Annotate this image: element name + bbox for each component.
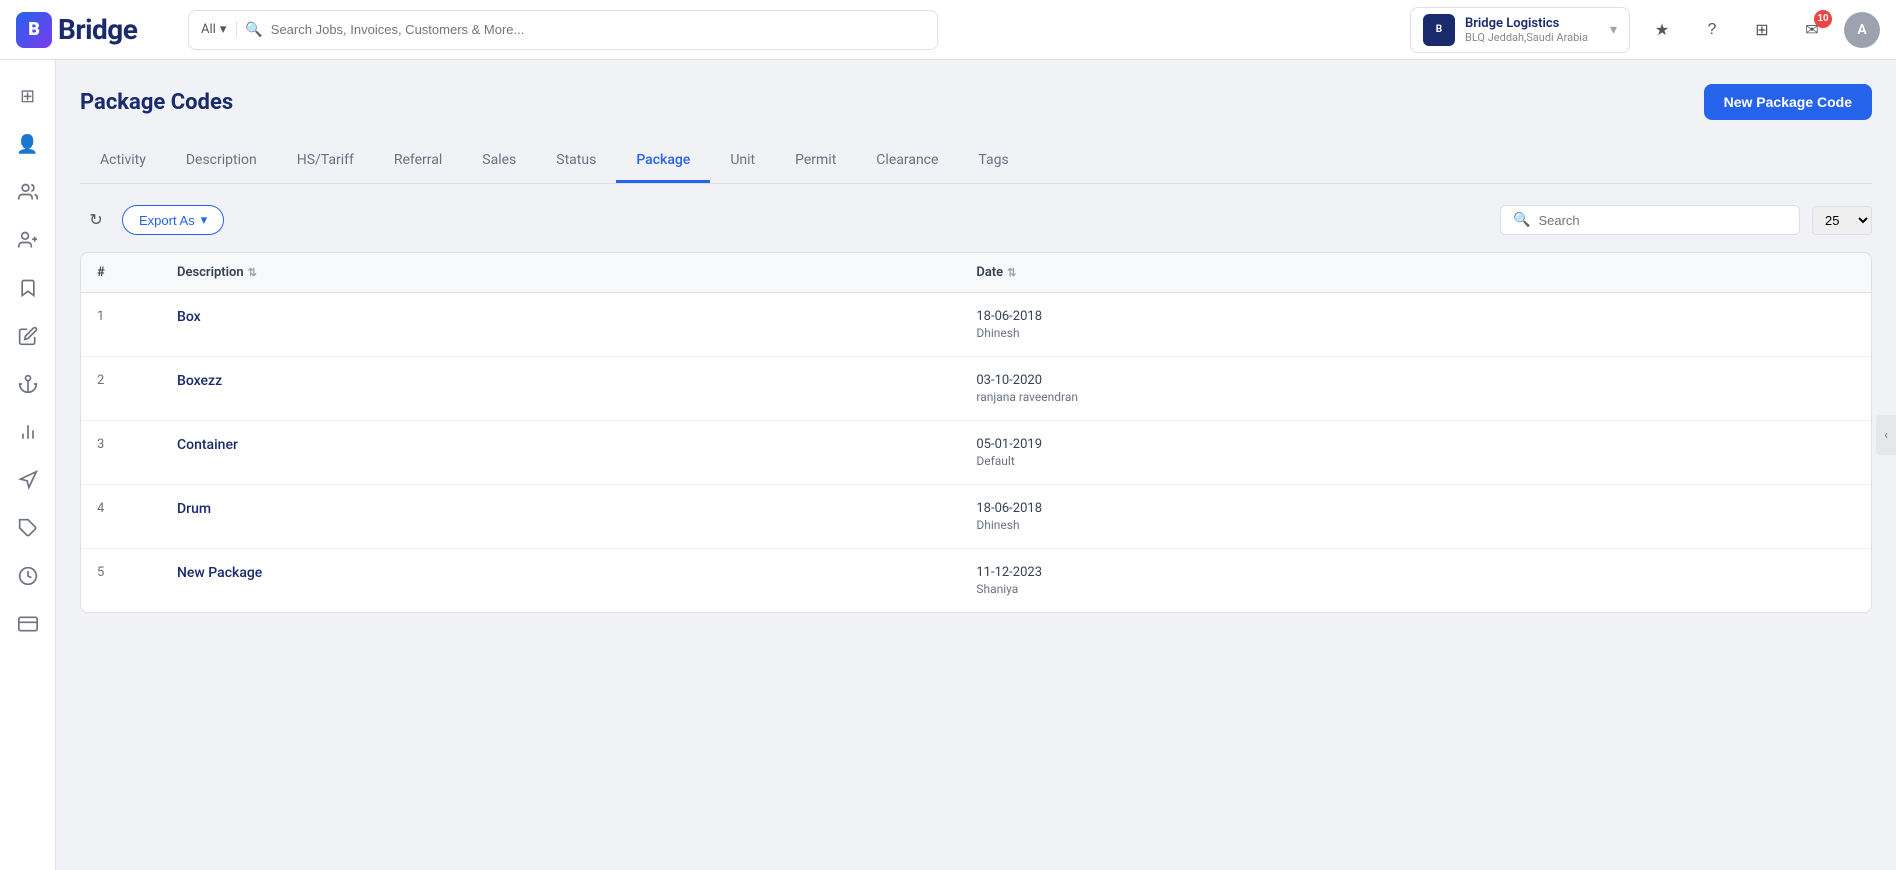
tab-description[interactable]: Description [166,140,277,183]
row-date: 03-10-2020 [976,373,1855,388]
sidebar-icon-user-plus[interactable] [8,220,48,260]
sidebar-icon-user[interactable]: 👤 [8,124,48,164]
company-name: Bridge Logistics [1465,16,1600,31]
logo-icon: B [16,12,52,48]
toolbar-right: 🔍 25 50 100 [1500,205,1872,235]
col-num: # [81,253,161,293]
scroll-indicator[interactable]: ‹ [1876,415,1896,455]
tab-package[interactable]: Package [616,140,710,183]
logo-text: Bridge [58,13,137,46]
row-description: New Package [177,565,262,581]
tab-unit[interactable]: Unit [710,140,775,183]
logo-area: B Bridge [16,12,176,48]
sidebar-icon-grid[interactable]: ⊞ [8,76,48,116]
company-selector[interactable]: B Bridge Logistics BLQ Jeddah,Saudi Arab… [1410,7,1630,53]
table-row[interactable]: 5 New Package 11-12-2023 Shaniya [81,549,1871,613]
company-info: Bridge Logistics BLQ Jeddah,Saudi Arabia [1465,16,1600,44]
search-category-label: All [201,22,216,37]
sidebar-icon-anchor[interactable] [8,364,48,404]
row-num: 1 [97,309,104,324]
page-header: Package Codes New Package Code [80,84,1872,120]
row-user: Dhinesh [976,518,1855,532]
row-description: Container [177,437,238,453]
sidebar-icon-clock[interactable] [8,556,48,596]
chevron-down-icon: ▾ [1610,22,1617,38]
sidebar-icon-chart[interactable] [8,412,48,452]
tab-clearance[interactable]: Clearance [856,140,958,183]
page-title: Package Codes [80,90,233,115]
row-date: 11-12-2023 [976,565,1855,580]
export-label: Export As [139,213,195,228]
col-date[interactable]: Date ⇅ [960,253,1871,293]
notifications-button[interactable]: ✉ 10 [1794,12,1830,48]
row-description: Box [177,309,201,325]
tab-bar: ActivityDescriptionHS/TariffReferralSale… [80,140,1872,184]
sort-icon-description: ⇅ [248,266,257,279]
table-header-row: # Description ⇅ Date ⇅ [81,253,1871,293]
tab-hs-tariff[interactable]: HS/Tariff [277,140,374,183]
global-search-bar[interactable]: All ▾ 🔍 [188,10,938,50]
tab-sales[interactable]: Sales [462,140,536,183]
row-num: 4 [97,501,104,516]
table-search-input[interactable] [1538,213,1787,228]
user-avatar[interactable]: A [1844,12,1880,48]
row-user: ranjana raveendran [976,390,1855,404]
refresh-button[interactable]: ↻ [80,204,112,236]
table-search-field[interactable]: 🔍 [1500,205,1800,235]
table-row[interactable]: 3 Container 05-01-2019 Default [81,421,1871,485]
row-user: Dhinesh [976,326,1855,340]
table-row[interactable]: 2 Boxezz 03-10-2020 ranjana raveendran [81,357,1871,421]
nav-right: B Bridge Logistics BLQ Jeddah,Saudi Arab… [1410,7,1880,53]
chevron-down-icon: ▾ [220,22,227,37]
sidebar-icon-navigation[interactable] [8,460,48,500]
row-user: Default [976,454,1855,468]
row-user: Shaniya [976,582,1855,596]
sidebar-icon-users[interactable] [8,172,48,212]
tab-status[interactable]: Status [536,140,616,183]
row-num: 3 [97,437,104,452]
help-button[interactable]: ? [1694,12,1730,48]
table-row[interactable]: 1 Box 18-06-2018 Dhinesh [81,293,1871,357]
col-description[interactable]: Description ⇅ [161,253,960,293]
global-search-input[interactable] [271,22,925,37]
row-date: 18-06-2018 [976,309,1855,324]
chevron-down-icon: ▾ [201,212,208,228]
search-category-dropdown[interactable]: All ▾ [201,22,237,37]
row-description: Boxezz [177,373,222,389]
search-icon: 🔍 [1513,212,1530,228]
toolbar-left: ↻ Export As ▾ [80,204,224,236]
sort-icon-date: ⇅ [1007,266,1016,279]
row-date: 18-06-2018 [976,501,1855,516]
row-description: Drum [177,501,211,517]
tab-tags[interactable]: Tags [958,140,1028,183]
notification-badge: 10 [1814,10,1832,28]
main-content: Package Codes New Package Code ActivityD… [56,60,1896,870]
export-button[interactable]: Export As ▾ [122,205,224,235]
top-navigation: B Bridge All ▾ 🔍 B Bridge Logistics BLQ … [0,0,1896,60]
sidebar-icon-card[interactable] [8,604,48,644]
toolbar: ↻ Export As ▾ 🔍 25 50 100 [80,204,1872,236]
sidebar-icon-bookmark[interactable] [8,268,48,308]
row-date: 05-01-2019 [976,437,1855,452]
tab-referral[interactable]: Referral [374,140,462,183]
favorites-button[interactable]: ★ [1644,12,1680,48]
new-package-code-button[interactable]: New Package Code [1704,84,1872,120]
row-num: 5 [97,565,104,580]
tab-permit[interactable]: Permit [775,140,856,183]
table-row[interactable]: 4 Drum 18-06-2018 Dhinesh [81,485,1871,549]
apps-button[interactable]: ⊞ [1744,12,1780,48]
company-sub: BLQ Jeddah,Saudi Arabia [1465,31,1600,44]
sidebar-icon-tag[interactable] [8,508,48,548]
search-icon: 🔍 [245,22,262,38]
page-size-select[interactable]: 25 50 100 [1812,206,1872,235]
tab-activity[interactable]: Activity [80,140,166,183]
row-num: 2 [97,373,104,388]
sidebar: ⊞ 👤 [0,60,56,870]
company-logo-icon: B [1423,14,1455,46]
data-table: # Description ⇅ Date ⇅ [80,252,1872,613]
sidebar-icon-edit[interactable] [8,316,48,356]
